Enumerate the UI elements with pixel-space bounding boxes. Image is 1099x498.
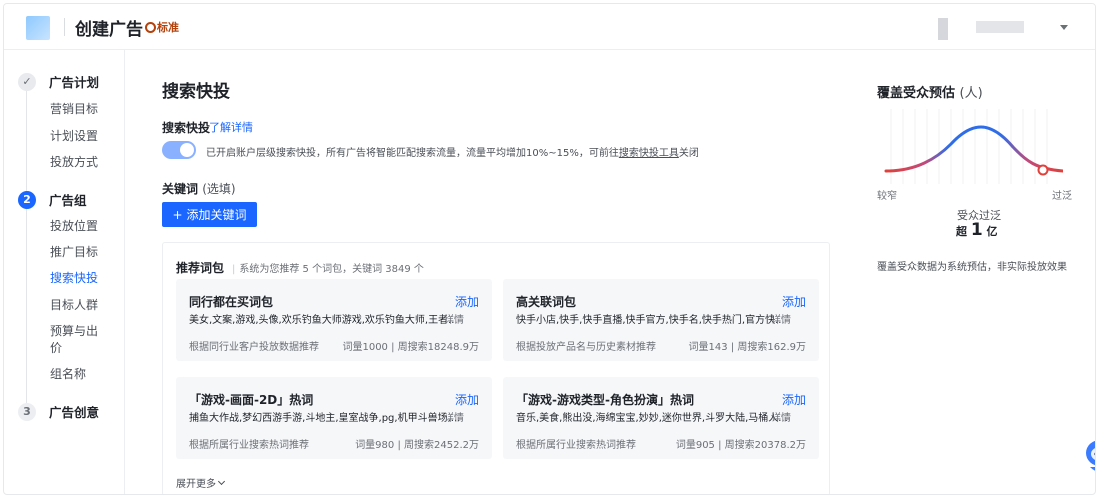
keyword-pack-card: 「游戏-画面-2D」热词 添加 捕鱼大作战,梦幻西游手游,斗地主,皇室战争,pg… bbox=[176, 377, 492, 459]
recommend-desc-text: 系统为您推荐 5 个词包，关键词 3849 个 bbox=[239, 264, 424, 275]
header-divider bbox=[64, 18, 65, 36]
audience-value-number: 1 bbox=[970, 220, 983, 240]
step-number: 3 bbox=[18, 402, 36, 421]
add-pack-button[interactable]: 添加 bbox=[782, 391, 806, 408]
card-keywords: 捕鱼大作战,梦幻西游手游,斗地主,皇室战争,pg,机甲斗兽场,... bbox=[189, 413, 461, 424]
curve-gridlines bbox=[890, 109, 1048, 184]
sidebar-item-search-boost[interactable]: 搜索快投 bbox=[50, 270, 110, 287]
audience-title-unit: (人) bbox=[959, 86, 983, 101]
keyword-label: 关键词 (选填) bbox=[162, 180, 236, 197]
assistant-robot-icon[interactable] bbox=[1084, 437, 1096, 477]
card-source: 根据所属行业搜索热词推荐 bbox=[516, 440, 636, 451]
card-stats: 词量1000 | 周搜索18248.9万 bbox=[342, 342, 479, 353]
recommend-title: 推荐词包 bbox=[176, 261, 225, 275]
recommend-desc: | 系统为您推荐 5 个词包，关键词 3849 个 bbox=[232, 260, 424, 275]
toggle-description: 已开启账户层级搜索快投，所有广告将智能匹配搜索流量，流量平均增加10%~15%，… bbox=[206, 144, 699, 159]
keyword-optional: (选填) bbox=[202, 182, 236, 196]
step-ad-group[interactable]: 2 广告组 bbox=[18, 190, 87, 209]
expand-more-label: 展开更多 bbox=[176, 479, 216, 490]
sidebar-item-target-audience[interactable]: 目标人群 bbox=[50, 297, 110, 314]
card-source: 根据所属行业搜索热词推荐 bbox=[189, 440, 309, 451]
app-frame: 创建广告 标准 ✓ 广告计划 营销目标 计划设置 投放方式 2 广告组 投放位置… bbox=[3, 3, 1096, 495]
search-boost-toggle[interactable] bbox=[162, 141, 196, 159]
sidebar-item-budget-bid[interactable]: 预算与出价 bbox=[50, 323, 102, 357]
card-title: 高关联词包 bbox=[516, 295, 577, 309]
search-boost-tool-link[interactable]: 搜索快投工具 bbox=[619, 148, 679, 159]
card-title: 「游戏-游戏类型-角色扮演」热词 bbox=[516, 393, 694, 407]
search-boost-label: 搜索快投 bbox=[162, 121, 211, 135]
step-number: 2 bbox=[18, 190, 36, 209]
audience-value-unit: 亿 bbox=[986, 225, 998, 238]
card-source: 根据同行业客户投放数据推荐 bbox=[189, 342, 319, 353]
label-narrow: 较窄 bbox=[877, 191, 897, 202]
detail-link[interactable]: 详情 bbox=[444, 311, 464, 326]
add-pack-button[interactable]: 添加 bbox=[782, 293, 806, 310]
add-keyword-label: 添加关键词 bbox=[186, 208, 247, 222]
audience-estimate-title: 覆盖受众预估 (人) bbox=[877, 82, 983, 101]
chevron-down-icon bbox=[217, 477, 226, 485]
audience-indicator-dot bbox=[1037, 164, 1049, 176]
keyword-label-text: 关键词 bbox=[162, 182, 199, 196]
page-header-title: 创建广告 bbox=[75, 20, 143, 40]
add-pack-button[interactable]: 添加 bbox=[455, 391, 479, 408]
page-title: 搜索快投 bbox=[162, 82, 230, 102]
top-header: 创建广告 标准 bbox=[4, 4, 1095, 50]
add-pack-button[interactable]: 添加 bbox=[455, 293, 479, 310]
card-source: 根据投放产品名与历史素材推荐 bbox=[516, 342, 656, 353]
step-connector bbox=[26, 209, 27, 404]
detail-link[interactable]: 详情 bbox=[771, 311, 791, 326]
card-stats: 词量905 | 周搜索20378.2万 bbox=[675, 440, 806, 451]
card-keywords: 音乐,美食,熊出没,海绵宝宝,妙妙,迷你世界,斗罗大陆,马桶人... bbox=[516, 413, 788, 424]
learn-more-link[interactable]: 了解详情 bbox=[209, 119, 253, 135]
recommend-panel: 推荐词包 | 系统为您推荐 5 个词包，关键词 3849 个 同行都在买词包 添加… bbox=[162, 242, 830, 494]
step-label: 广告组 bbox=[49, 193, 87, 208]
card-keywords: 快手小店,快手,快手直播,快手官方,快手名,快手热门,官方快... bbox=[516, 315, 785, 326]
card-title: 「游戏-画面-2D」热词 bbox=[189, 393, 314, 407]
toggle-text-before: 已开启账户层级搜索快投，所有广告将智能匹配搜索流量，流量平均增加10%~15%，… bbox=[206, 148, 619, 159]
check-icon: ✓ bbox=[18, 72, 36, 91]
standard-badge: 标准 bbox=[145, 19, 179, 35]
sidebar-item-delivery-method[interactable]: 投放方式 bbox=[50, 154, 110, 171]
label-wide: 过泛 bbox=[1052, 191, 1072, 202]
card-title: 同行都在买词包 bbox=[189, 295, 274, 309]
badge-label: 标准 bbox=[157, 21, 179, 34]
app-logo bbox=[26, 16, 50, 40]
step-ad-plan[interactable]: ✓ 广告计划 bbox=[18, 72, 99, 91]
toggle-knob bbox=[180, 143, 194, 157]
card-stats: 词量980 | 周搜索2452.2万 bbox=[355, 440, 479, 451]
expand-more-button[interactable]: 展开更多 bbox=[176, 475, 226, 490]
step-connector bbox=[26, 91, 27, 192]
sidebar-item-plan-settings[interactable]: 计划设置 bbox=[50, 128, 110, 145]
sidebar-item-promotion-target[interactable]: 推广目标 bbox=[50, 244, 110, 261]
sidebar-item-group-name[interactable]: 组名称 bbox=[50, 366, 110, 383]
audience-curve-chart bbox=[884, 109, 1063, 184]
audience-value-prefix: 超 bbox=[956, 225, 967, 238]
sidebar-item-placement[interactable]: 投放位置 bbox=[50, 218, 110, 235]
step-ad-creative[interactable]: 3 广告创意 bbox=[18, 402, 99, 421]
step-sidebar: ✓ 广告计划 营销目标 计划设置 投放方式 2 广告组 投放位置 推广目标 搜索… bbox=[4, 50, 125, 494]
plus-icon: + bbox=[172, 207, 183, 222]
card-keywords: 美女,文案,游戏,头像,欢乐钓鱼大师游戏,欢乐钓鱼大师,王者... bbox=[189, 315, 458, 326]
audience-title-text: 覆盖受众预估 bbox=[877, 86, 956, 101]
divider: | bbox=[232, 264, 236, 275]
detail-link[interactable]: 详情 bbox=[444, 409, 464, 424]
account-name[interactable] bbox=[976, 21, 1024, 33]
step-label: 广告计划 bbox=[49, 75, 100, 90]
chevron-down-icon[interactable] bbox=[1060, 25, 1068, 30]
avatar[interactable] bbox=[938, 18, 948, 40]
step-label: 广告创意 bbox=[49, 405, 100, 420]
keyword-pack-card: 高关联词包 添加 快手小店,快手,快手直播,快手官方,快手名,快手热门,官方快.… bbox=[503, 279, 819, 361]
audience-value: 超 1 亿 bbox=[956, 220, 998, 240]
toggle-text-after: 关闭 bbox=[678, 148, 699, 159]
keyword-pack-card: 同行都在买词包 添加 美女,文案,游戏,头像,欢乐钓鱼大师游戏,欢乐钓鱼大师,王… bbox=[176, 279, 492, 361]
keyword-pack-card: 「游戏-游戏类型-角色扮演」热词 添加 音乐,美食,熊出没,海绵宝宝,妙妙,迷你… bbox=[503, 377, 819, 459]
card-stats: 词量143 | 周搜索162.9万 bbox=[688, 342, 806, 353]
add-keyword-button[interactable]: + 添加关键词 bbox=[162, 202, 257, 227]
sidebar-item-marketing-goal[interactable]: 营销目标 bbox=[50, 101, 110, 118]
detail-link[interactable]: 详情 bbox=[771, 409, 791, 424]
badge-icon bbox=[145, 21, 156, 33]
audience-note: 覆盖受众数据为系统预估，非实际投放效果 bbox=[877, 262, 1067, 273]
